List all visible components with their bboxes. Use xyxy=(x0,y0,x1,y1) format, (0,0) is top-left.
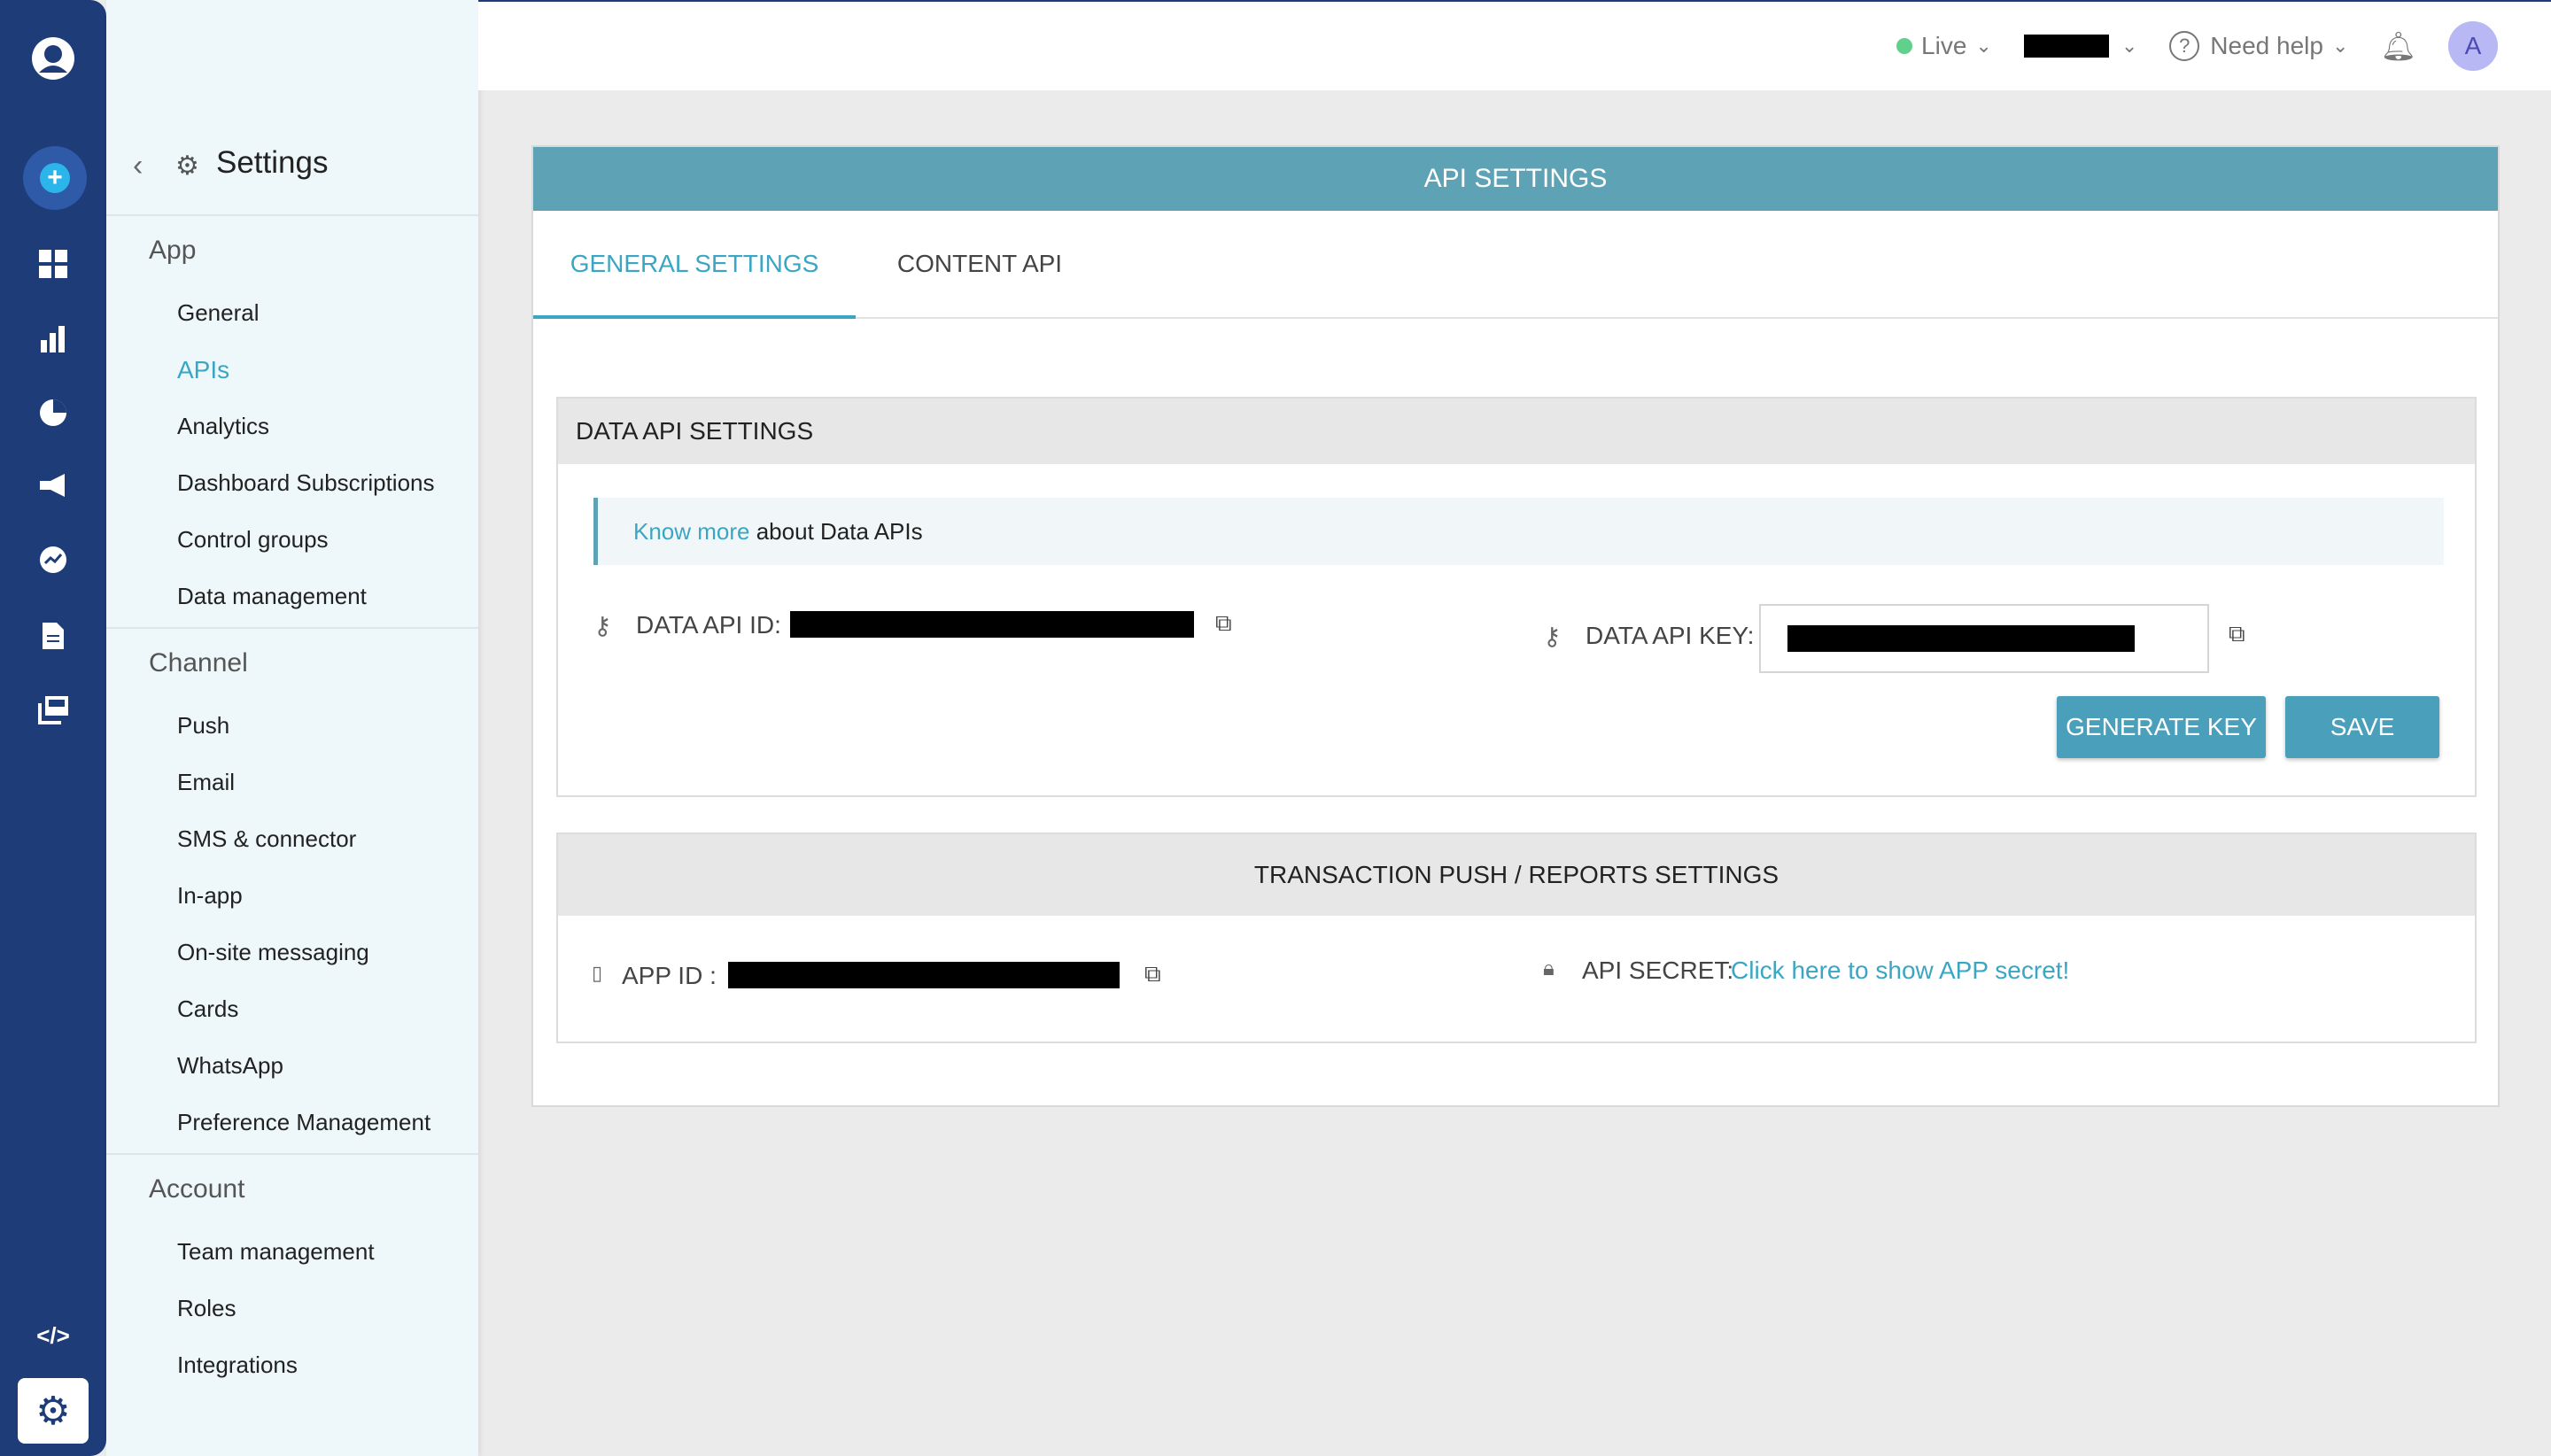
sidebar-item-control-groups[interactable]: Control groups xyxy=(177,526,329,554)
divider xyxy=(106,1153,478,1155)
avatar[interactable]: A xyxy=(2448,21,2498,71)
sidebar-item-in-app[interactable]: In-app xyxy=(177,882,243,910)
app-logo-icon[interactable] xyxy=(30,35,76,81)
section-channel: Channel xyxy=(149,648,248,678)
settings-sidebar: ‹ ⚙ Settings App General APIs Analytics … xyxy=(106,0,478,1456)
content-library-icon[interactable] xyxy=(30,687,76,733)
transaction-panel: TRANSACTION PUSH / REPORTS SETTINGS ▯ AP… xyxy=(556,833,2477,1043)
plus-icon: + xyxy=(40,163,70,193)
save-button[interactable]: SAVE xyxy=(2285,696,2439,758)
question-circle-icon: ? xyxy=(2169,31,2200,61)
sidebar-item-cards[interactable]: Cards xyxy=(177,995,238,1023)
sidebar-item-email[interactable]: Email xyxy=(177,769,235,796)
section-account: Account xyxy=(149,1174,245,1204)
lock-icon: 🔒︎ xyxy=(1543,956,1555,980)
know-more-link[interactable]: Know more xyxy=(633,518,750,545)
sidebar-item-general[interactable]: General xyxy=(177,299,260,327)
pie-chart-icon[interactable] xyxy=(30,390,76,436)
phone-icon: ▯ xyxy=(592,962,603,984)
sidebar-item-on-site-messaging[interactable]: On-site messaging xyxy=(177,939,369,966)
redacted-data-api-key xyxy=(1787,625,2135,652)
data-api-key-field[interactable] xyxy=(1759,604,2209,673)
sidebar-item-roles[interactable]: Roles xyxy=(177,1295,236,1322)
redacted-data-api-id xyxy=(790,611,1194,638)
sidebar-item-preference-management[interactable]: Preference Management xyxy=(177,1109,430,1136)
sidebar-item-whatsapp[interactable]: WhatsApp xyxy=(177,1052,283,1080)
workspace-selector[interactable]: ⌄ xyxy=(2023,35,2138,58)
card-title: API SETTINGS xyxy=(533,147,2498,211)
chevron-down-icon: ⌄ xyxy=(2331,35,2349,57)
sidebar-item-integrations[interactable]: Integrations xyxy=(177,1351,298,1379)
copy-icon[interactable]: ⧉ xyxy=(1215,609,1232,638)
status-dot-icon xyxy=(1896,38,1913,54)
top-bar-controls: Live ⌄ ⌄ ? Need help ⌄ 🔔︎ A xyxy=(1896,21,2498,71)
sidebar-item-dashboard-subscriptions[interactable]: Dashboard Subscriptions xyxy=(177,469,435,497)
help-label: Need help xyxy=(2210,32,2323,59)
key-icon: ⚷ xyxy=(593,612,612,639)
top-bar: Live ⌄ ⌄ ? Need help ⌄ 🔔︎ A xyxy=(478,0,2551,90)
redacted-app-id xyxy=(728,962,1120,988)
code-icon[interactable]: </> xyxy=(30,1313,76,1359)
gear-icon: ⚙ xyxy=(35,1389,71,1433)
sidebar-title: Settings xyxy=(216,145,329,180)
bar-chart-icon[interactable] xyxy=(30,315,76,361)
redacted-workspace-name xyxy=(2023,35,2109,58)
copy-icon[interactable]: ⧉ xyxy=(1144,960,1161,988)
section-app: App xyxy=(149,236,197,265)
sidebar-item-team-management[interactable]: Team management xyxy=(177,1238,375,1266)
sidebar-item-sms[interactable]: SMS & connector xyxy=(177,825,356,853)
create-button[interactable]: + xyxy=(23,146,87,210)
key-icon: ⚷ xyxy=(1543,623,1562,650)
trend-icon[interactable] xyxy=(30,537,76,583)
dashboard-icon[interactable] xyxy=(30,241,76,287)
sidebar-item-data-management[interactable]: Data management xyxy=(177,583,367,610)
divider xyxy=(106,627,478,629)
panel-heading: DATA API SETTINGS xyxy=(558,399,2475,464)
environment-selector[interactable]: Live ⌄ xyxy=(1896,32,1992,60)
tab-general-settings[interactable]: GENERAL SETTINGS xyxy=(533,211,856,319)
app-id-label: APP ID : xyxy=(622,962,717,989)
chevron-down-icon: ⌄ xyxy=(1975,35,1992,57)
info-banner: Know more about Data APIs xyxy=(593,498,2444,565)
data-api-id-label: DATA API ID: xyxy=(636,611,781,639)
chevron-down-icon: ⌄ xyxy=(2121,35,2138,57)
tab-bar: GENERAL SETTINGS CONTENT API xyxy=(533,211,2498,319)
data-api-key-label: DATA API KEY: xyxy=(1586,622,1755,649)
show-app-secret-link[interactable]: Click here to show APP secret! xyxy=(1731,956,2069,985)
chevron-left-icon[interactable]: ‹ xyxy=(133,149,143,183)
sidebar-item-push[interactable]: Push xyxy=(177,712,229,740)
gear-icon: ⚙ xyxy=(175,151,199,181)
tab-content-api[interactable]: CONTENT API xyxy=(856,211,1104,317)
info-text: about Data APIs xyxy=(749,518,923,545)
environment-label: Live xyxy=(1921,32,1967,59)
api-settings-card: API SETTINGS GENERAL SETTINGS CONTENT AP… xyxy=(531,145,2500,1107)
copy-icon[interactable]: ⧉ xyxy=(2229,620,2245,648)
settings-rail-button[interactable]: ⚙ xyxy=(18,1378,89,1444)
help-menu[interactable]: ? Need help ⌄ xyxy=(2169,31,2348,61)
sidebar-item-apis[interactable]: APIs xyxy=(177,356,229,384)
megaphone-icon[interactable] xyxy=(30,462,76,508)
data-api-panel: DATA API SETTINGS Know more about Data A… xyxy=(556,397,2477,797)
api-secret-label: API SECRET: xyxy=(1582,956,1734,984)
bell-icon[interactable]: 🔔︎ xyxy=(2380,29,2416,63)
document-icon[interactable] xyxy=(30,613,76,659)
panel-heading: TRANSACTION PUSH / REPORTS SETTINGS xyxy=(558,834,2475,916)
icon-rail: + </> ⚙ xyxy=(0,0,106,1456)
sidebar-item-analytics[interactable]: Analytics xyxy=(177,413,269,440)
generate-key-button[interactable]: GENERATE KEY xyxy=(2057,696,2266,758)
